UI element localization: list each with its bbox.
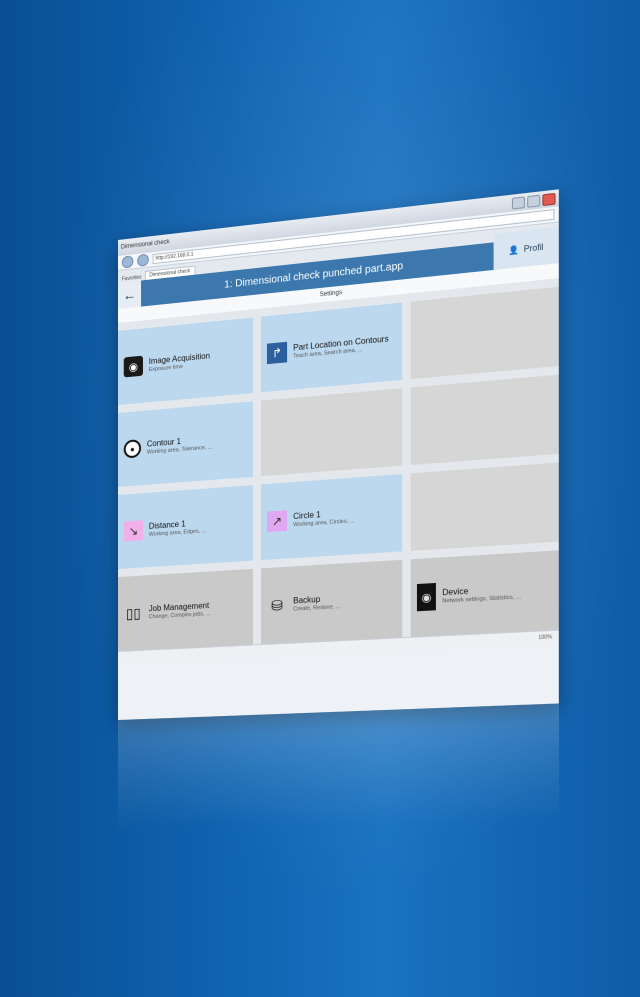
window-title: Dimensional check [121,239,170,251]
tile-distance[interactable]: ↘ Distance 1 Working area, Edges, ... [118,485,253,569]
tile-empty [411,287,559,379]
tile-subtitle: Create, Restore, ... [293,604,340,613]
tile-empty [411,462,559,550]
part-location-icon: ↱ [267,342,287,364]
tile-backup[interactable]: ⛁ Backup Create, Restore, ... [261,560,402,644]
tile-contour[interactable]: ● Contour 1 Working area, Tolerance, ... [118,401,253,487]
close-button[interactable] [542,192,555,205]
distance-icon: ↘ [124,520,143,541]
camera-icon: ◉ [124,356,143,378]
profile-button[interactable]: 👤 Profil [494,227,559,270]
forward-nav-icon[interactable] [137,254,149,267]
database-icon: ⛁ [267,594,287,616]
circle-icon: ↗ [267,510,287,532]
tile-device[interactable]: ◉ Device Network settings, Statistics, ..… [411,550,559,636]
device-icon: ◉ [417,583,436,611]
zoom-level[interactable]: 100% [538,634,552,641]
browser-window: Dimensional check http://192.168.0.1 Fav… [118,189,559,720]
tile-job-management[interactable]: ▯▯ Job Management Change, Complex jobs, .… [118,569,253,651]
tile-empty [261,388,402,476]
profile-label: Profil [524,242,544,254]
tile-circle[interactable]: ↗ Circle 1 Working area, Circles, ... [261,474,402,560]
back-nav-icon[interactable] [122,255,134,268]
browser-scene: Dimensional check http://192.168.0.1 Fav… [118,240,548,760]
contour-icon: ● [124,439,141,458]
minimize-button[interactable] [512,196,525,209]
tile-empty [411,375,559,465]
tile-image-acquisition[interactable]: ◉ Image Acquisition Exposure time [118,317,253,405]
back-button[interactable]: ← [118,281,141,309]
job-management-icon: ▯▯ [124,603,143,624]
settings-grid: ◉ Image Acquisition Exposure time ↱ Part … [118,278,559,651]
tile-part-location[interactable]: ↱ Part Location on Contours Teach area, S… [261,302,402,392]
window-reflection [118,703,559,830]
user-icon: 👤 [509,244,520,255]
maximize-button[interactable] [527,194,540,207]
